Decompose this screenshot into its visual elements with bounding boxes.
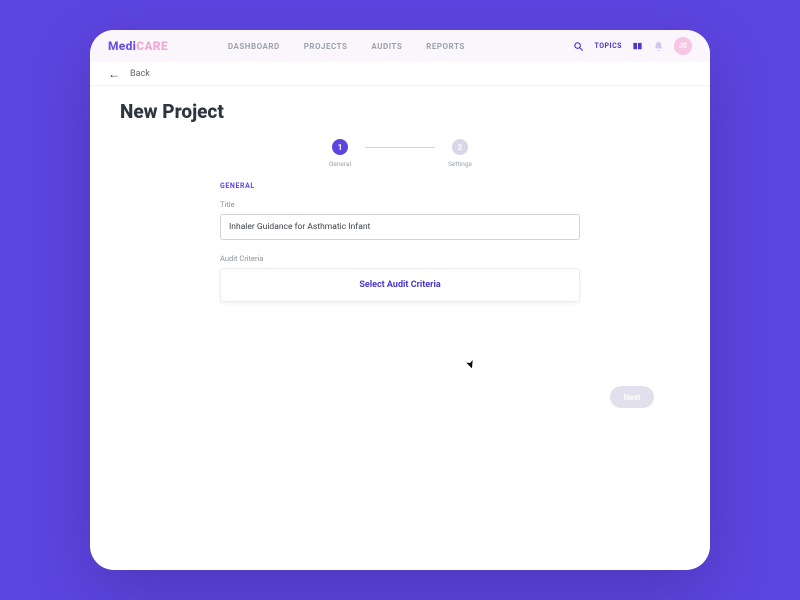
- main-nav: DASHBOARD PROJECTS AUDITS REPORTS: [228, 42, 465, 51]
- step-settings[interactable]: 2 Settings: [435, 139, 485, 168]
- bell-icon[interactable]: [653, 41, 664, 52]
- back-bar[interactable]: ← Back: [90, 62, 710, 86]
- select-audit-criteria-button[interactable]: Select Audit Criteria: [220, 268, 580, 302]
- brand-part1: Medi: [108, 39, 136, 53]
- book-icon[interactable]: [632, 41, 643, 52]
- step-1-circle: 1: [332, 139, 348, 155]
- step-1-label: General: [329, 160, 351, 168]
- topics-link[interactable]: TOPICS: [594, 42, 622, 50]
- nav-audits[interactable]: AUDITS: [371, 42, 402, 51]
- search-icon[interactable]: [573, 41, 584, 52]
- avatar[interactable]: JS: [674, 37, 692, 55]
- app-window: MediCARE DASHBOARD PROJECTS AUDITS REPOR…: [90, 30, 710, 570]
- step-connector: [365, 147, 435, 148]
- form: GENERAL Title Audit Criteria Select Audi…: [220, 182, 580, 302]
- audit-label: Audit Criteria: [220, 254, 580, 263]
- nav-dashboard[interactable]: DASHBOARD: [228, 42, 280, 51]
- audit-criteria-block: Audit Criteria Select Audit Criteria: [220, 254, 580, 302]
- app-header: MediCARE DASHBOARD PROJECTS AUDITS REPOR…: [90, 30, 710, 62]
- step-2-label: Settings: [448, 160, 472, 168]
- title-input[interactable]: [220, 214, 580, 240]
- content-area: New Project 1 General 2 Settings GENERAL…: [90, 86, 710, 316]
- next-button[interactable]: Next: [610, 386, 654, 408]
- step-general[interactable]: 1 General: [315, 139, 365, 168]
- brand-logo[interactable]: MediCARE: [108, 39, 168, 53]
- back-arrow-icon: ←: [108, 68, 120, 80]
- nav-projects[interactable]: PROJECTS: [304, 42, 348, 51]
- title-label: Title: [220, 200, 580, 209]
- brand-part2: CARE: [136, 39, 168, 53]
- step-2-circle: 2: [452, 139, 468, 155]
- stepper: 1 General 2 Settings: [315, 139, 485, 168]
- back-label: Back: [130, 69, 150, 79]
- header-actions: TOPICS JS: [573, 37, 692, 55]
- section-label: GENERAL: [220, 182, 580, 190]
- nav-reports[interactable]: REPORTS: [426, 42, 465, 51]
- page-title: New Project: [120, 100, 680, 123]
- cursor-icon: ➤: [463, 358, 478, 371]
